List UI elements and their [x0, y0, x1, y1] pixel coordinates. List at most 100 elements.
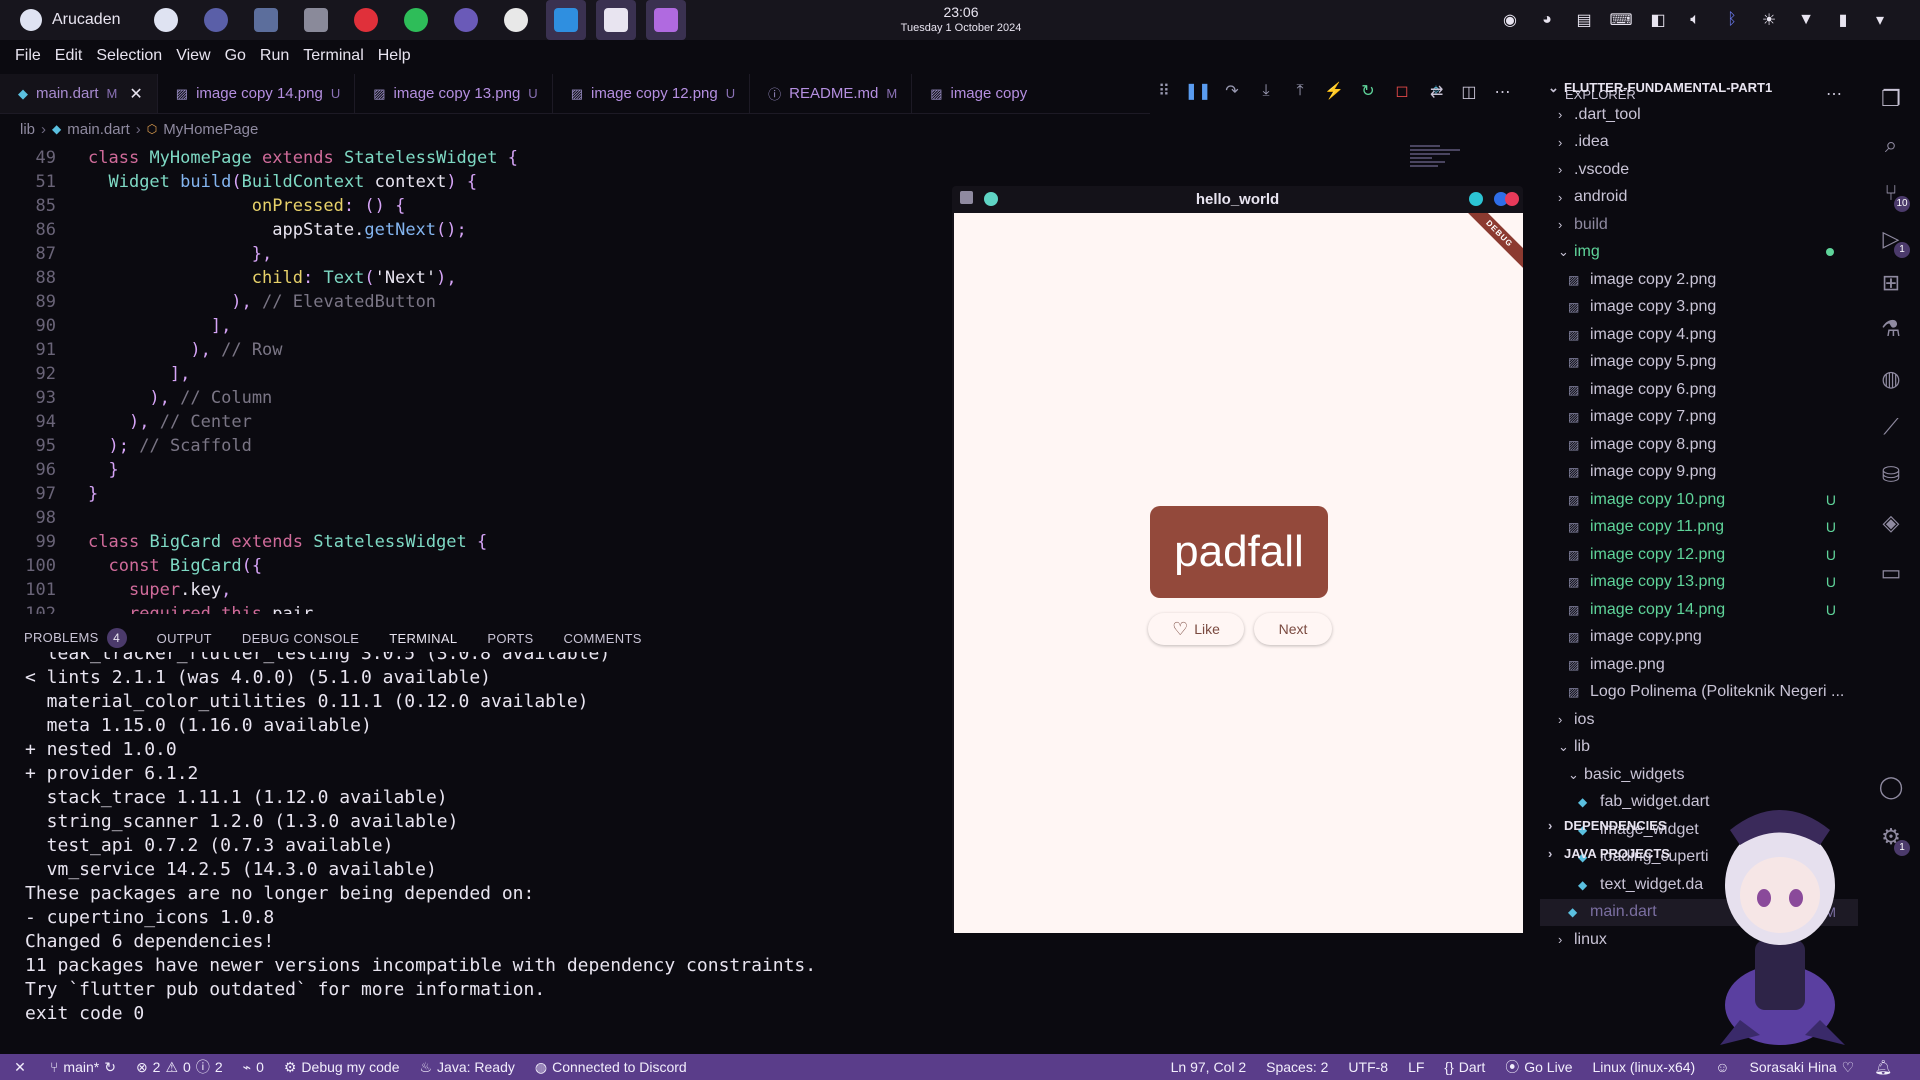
database-icon[interactable]: ⛁ [1876, 460, 1906, 490]
menu-help[interactable]: Help [371, 40, 418, 72]
tree-item-image-copy-png[interactable]: ▨ image copy.png [1540, 624, 1858, 651]
globe-launcher[interactable] [196, 0, 236, 40]
bluetooth-icon[interactable]: ᛒ [1720, 8, 1744, 32]
line-ending[interactable]: LF [1398, 1059, 1434, 1075]
restart-icon[interactable]: ↻ [1359, 80, 1377, 102]
opera-launcher[interactable] [346, 0, 386, 40]
flutter-device[interactable]: Linux (linux-x64) [1582, 1059, 1705, 1075]
pause-icon[interactable]: ❚❚ [1185, 80, 1212, 102]
debug-launch[interactable]: ⚙ Debug my code [274, 1059, 410, 1076]
panel-tab-ports[interactable]: PORTS [487, 631, 533, 646]
encoding[interactable]: UTF-8 [1338, 1059, 1398, 1075]
panel-tab-output[interactable]: OUTPUT [157, 631, 212, 646]
tree-item-build[interactable]: › build [1540, 211, 1858, 238]
volume-icon[interactable]: 🔈︎ [1683, 8, 1707, 32]
panel-tab-terminal[interactable]: TERMINAL [389, 631, 457, 646]
menu-run[interactable]: Run [253, 40, 296, 72]
tree-item-android[interactable]: › android [1540, 184, 1858, 211]
menu-go[interactable]: Go [218, 40, 253, 72]
split-editor-icon[interactable]: ◫ [1461, 82, 1476, 102]
game-app-launcher[interactable] [646, 0, 686, 40]
menu-terminal[interactable]: Terminal [296, 40, 370, 72]
files-icon[interactable]: ❐ [1876, 84, 1906, 114]
menu-file[interactable]: File [8, 40, 48, 72]
clipboard-icon[interactable]: ▤ [1572, 8, 1596, 32]
step-into-icon[interactable]: ⤓ [1257, 80, 1275, 102]
menu-selection[interactable]: Selection [89, 40, 169, 72]
breadcrumb-folder[interactable]: lib [20, 121, 35, 138]
cursor-position[interactable]: Ln 97, Col 2 [1161, 1059, 1257, 1075]
go-live-button[interactable]: ⦿ Go Live [1495, 1057, 1582, 1077]
testing-icon[interactable]: ⚗ [1876, 314, 1906, 344]
tree-item-image-copy-2-png[interactable]: ▨ image copy 2.png [1540, 266, 1858, 293]
tree-item-image-copy-7-png[interactable]: ▨ image copy 7.png [1540, 404, 1858, 431]
search-icon[interactable]: ⌕ [1876, 130, 1906, 160]
explorer-root-folder[interactable]: ⌄ FLUTTER-FUNDAMENTAL-PART1 [1540, 74, 1858, 101]
panel-tab-comments[interactable]: COMMENTS [563, 631, 641, 646]
discord-status[interactable]: ◍ Connected to Discord [525, 1059, 697, 1076]
terminal-launcher[interactable] [296, 0, 336, 40]
app-icon[interactable]: ◧ [1646, 8, 1670, 32]
tree-item-image-copy-3-png[interactable]: ▨ image copy 3.png [1540, 294, 1858, 321]
tree-item-image-copy-5-png[interactable]: ▨ image copy 5.png [1540, 349, 1858, 376]
minimap[interactable] [1410, 143, 1466, 183]
tree-item-lib[interactable]: ⌄ lib [1540, 734, 1858, 761]
battery-icon[interactable]: ▮ [1831, 8, 1855, 32]
tree-item-img[interactable]: ⌄ img [1540, 239, 1858, 266]
menu-edit[interactable]: Edit [48, 40, 90, 72]
tree-item-image-copy-13-png[interactable]: ▨ image copy 13.png U [1540, 569, 1858, 596]
compare-changes-icon[interactable]: ⇄ [1430, 82, 1443, 102]
code-editor[interactable]: 49 class MyHomePage extends StatelessWidg… [0, 144, 930, 614]
vscode-launcher[interactable] [546, 0, 586, 40]
browser-launcher[interactable] [146, 0, 186, 40]
spotify-launcher[interactable] [396, 0, 436, 40]
wifi-icon[interactable]: ▼ [1794, 8, 1818, 32]
breadcrumb-symbol[interactable]: MyHomePage [163, 121, 258, 138]
close-button[interactable] [1505, 192, 1519, 206]
more-actions-icon[interactable]: ⋯ [1495, 82, 1511, 102]
character-app-launcher[interactable] [446, 0, 486, 40]
step-out-icon[interactable]: ⤒ [1291, 80, 1309, 102]
github-launcher[interactable] [496, 0, 536, 40]
gamepad-icon[interactable]: ◕ [1535, 8, 1559, 32]
extensions-icon[interactable]: ⊞ [1876, 268, 1906, 298]
tree-item-image-copy-8-png[interactable]: ▨ image copy 8.png [1540, 431, 1858, 458]
tab-main-dart[interactable]: ◆ main.dart M ✕ [0, 74, 158, 113]
notifications-icon[interactable]: 🔔︎ [1864, 1059, 1902, 1076]
language-mode[interactable]: {} Dart [1434, 1059, 1495, 1075]
tree-item-image-copy-9-png[interactable]: ▨ image copy 9.png [1540, 459, 1858, 486]
java-status[interactable]: ♨ Java: Ready [409, 1059, 524, 1076]
indentation[interactable]: Spaces: 2 [1256, 1059, 1338, 1075]
terminal-output[interactable]: leak_tracker_flutter_testing 3.0.5 (3.0.… [25, 652, 925, 1027]
tab-image-copy-13-png[interactable]: ▨ image copy 13.png U [355, 74, 553, 113]
tab-readme-md[interactable]: ⓘ README.md M [750, 74, 913, 113]
flutter-icon[interactable]: ⟋ [1876, 412, 1906, 442]
tab-image-copy-12-png[interactable]: ▨ image copy 12.png U [553, 74, 751, 113]
git-branch[interactable]: ⑂ main* ↻ [40, 1059, 126, 1076]
tree-item-image-copy-4-png[interactable]: ▨ image copy 4.png [1540, 321, 1858, 348]
x-app-launcher[interactable] [596, 0, 636, 40]
tree-item-image-copy-11-png[interactable]: ▨ image copy 11.png U [1540, 514, 1858, 541]
chevron-down-icon[interactable]: ▾ [1868, 8, 1892, 32]
app-menu[interactable]: Arucaden [0, 9, 140, 31]
folder-launcher[interactable] [246, 0, 286, 40]
next-button[interactable]: Next [1254, 613, 1332, 645]
tab-image-copy-14-png[interactable]: ▨ image copy 14.png U [158, 74, 356, 113]
chat-icon[interactable]: ▭ [1876, 558, 1906, 588]
window-titlebar[interactable]: hello_world [952, 186, 1523, 213]
tree-item--idea[interactable]: › .idea [1540, 129, 1858, 156]
tree-item-image-copy-10-png[interactable]: ▨ image copy 10.png U [1540, 486, 1858, 513]
clock[interactable]: 23:06 Tuesday 1 October 2024 [861, 3, 1061, 35]
layers-icon[interactable]: ◈ [1876, 508, 1906, 538]
stop-icon[interactable]: ◻ [1393, 80, 1411, 102]
tree-item--dart-tool[interactable]: › .dart_tool [1540, 101, 1858, 128]
panel-tab-problems[interactable]: PROBLEMS 4 [24, 628, 127, 648]
github-icon[interactable]: ◍ [1876, 364, 1906, 394]
account-icon[interactable]: ◯ [1876, 772, 1906, 802]
tree-item-image-copy-14-png[interactable]: ▨ image copy 14.png U [1540, 596, 1858, 623]
settings-icon[interactable]: ⚙ 1 [1876, 822, 1910, 856]
run-debug-icon[interactable]: ▷ 1 [1876, 224, 1910, 258]
brightness-icon[interactable]: ☀ [1757, 8, 1781, 32]
keyboard-icon[interactable]: ⌨ [1609, 8, 1633, 32]
tree-item-image-png[interactable]: ▨ image.png [1540, 651, 1858, 678]
